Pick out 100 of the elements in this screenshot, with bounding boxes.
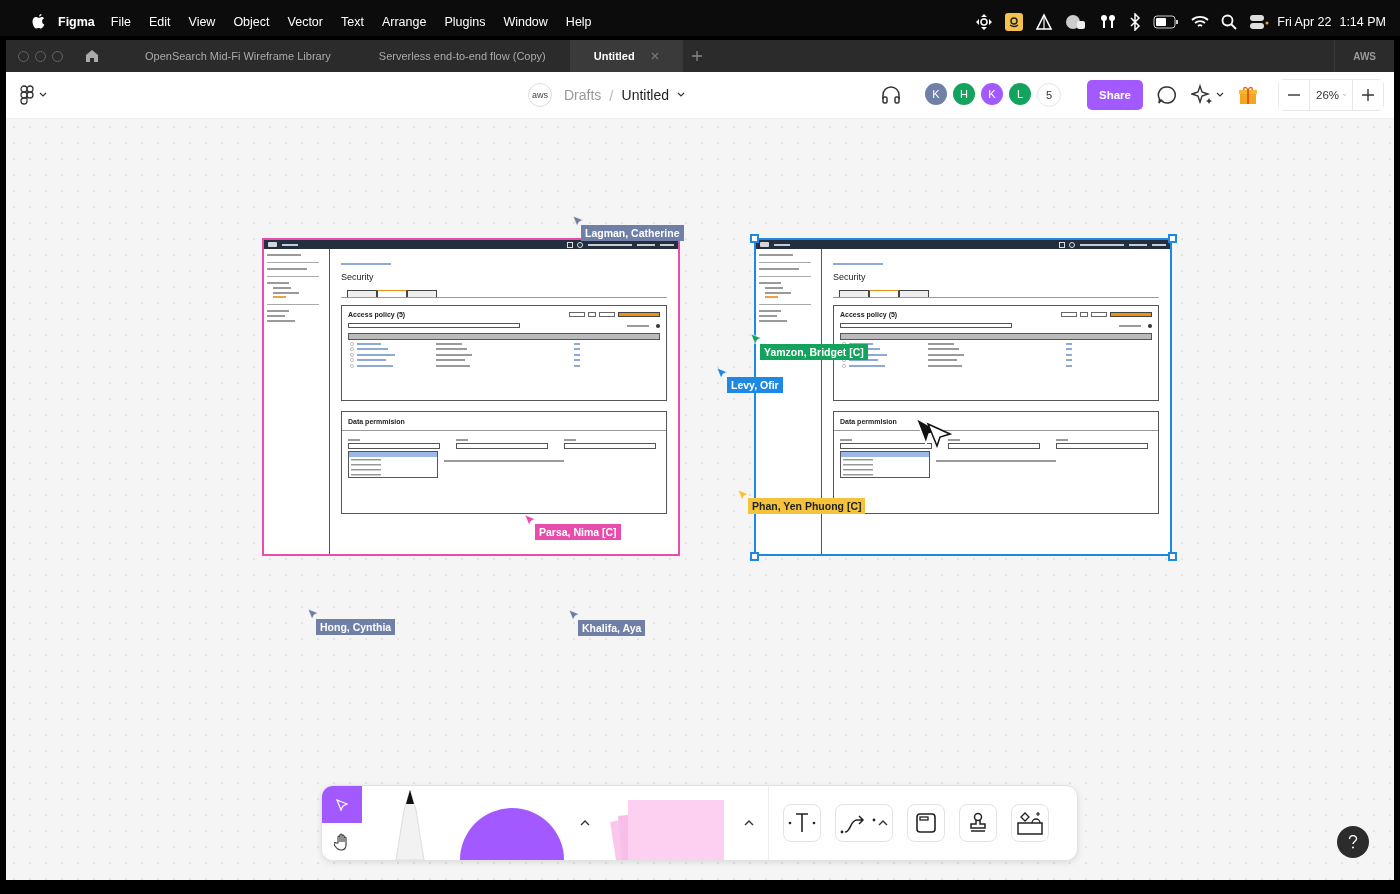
menu-item[interactable]: View xyxy=(188,15,216,29)
page-title: Security xyxy=(341,272,375,282)
menu-item[interactable]: Edit xyxy=(148,15,171,29)
text-line xyxy=(267,254,301,256)
collaborator-label: Yamzon, Bridget [C] xyxy=(760,344,868,360)
wifi-icon[interactable] xyxy=(1191,15,1210,29)
chevron-down-icon[interactable] xyxy=(1216,92,1224,98)
toggle-icon[interactable] xyxy=(1249,14,1270,30)
shapes-box-icon xyxy=(1016,810,1044,836)
search-icon[interactable] xyxy=(1221,14,1238,30)
more-users-count[interactable]: 5 xyxy=(1037,83,1062,107)
app-menu[interactable]: Figma xyxy=(58,15,95,29)
text-line xyxy=(1152,243,1166,246)
menu-item[interactable]: Help xyxy=(565,15,592,29)
text-line xyxy=(660,243,674,246)
cursor-icon xyxy=(750,333,762,345)
help-button[interactable] xyxy=(1337,826,1369,858)
resize-handle[interactable] xyxy=(1168,552,1177,561)
text-line xyxy=(456,439,468,441)
resize-handle[interactable] xyxy=(750,552,759,561)
text-line xyxy=(1056,439,1068,441)
text-line xyxy=(849,364,885,367)
text-line xyxy=(357,348,388,350)
text-line xyxy=(357,364,393,367)
figma-logo-icon[interactable] xyxy=(20,85,34,105)
caret-icon[interactable] xyxy=(744,820,754,826)
text-line xyxy=(273,291,299,294)
connector-tool-button[interactable] xyxy=(835,804,893,842)
text-line xyxy=(849,342,873,345)
wireframe-button xyxy=(1091,312,1107,317)
file-tab[interactable]: Untitled xyxy=(569,40,683,72)
text-line xyxy=(564,439,576,441)
menu-item[interactable]: Plugins xyxy=(444,15,486,29)
triangle-icon[interactable] xyxy=(1035,13,1054,31)
cursor-icon xyxy=(568,609,580,621)
menubar-time: 1:14 PM xyxy=(1339,15,1386,29)
file-tab[interactable]: Serverless end-to-end flow (Copy) xyxy=(354,40,570,72)
cursor-icon xyxy=(716,367,728,379)
wireframe-button xyxy=(1110,312,1152,317)
text-line xyxy=(928,364,962,367)
chevron-down-icon[interactable] xyxy=(39,92,47,98)
text-line xyxy=(928,359,957,361)
section-tool-button[interactable] xyxy=(907,804,945,842)
user-avatar[interactable]: K xyxy=(925,83,948,105)
battery-icon[interactable] xyxy=(1153,15,1180,29)
text-line xyxy=(759,319,787,322)
move-icon[interactable] xyxy=(975,13,994,31)
share-button[interactable]: Share xyxy=(1087,80,1143,110)
comment-icon[interactable] xyxy=(1157,85,1177,105)
file-tab[interactable]: OpenSearch Mid-Fi Wireframe Library xyxy=(121,40,355,72)
menu-item[interactable]: Arrange xyxy=(381,15,427,29)
sparkle-icon[interactable] xyxy=(1191,84,1213,106)
minus-icon xyxy=(1288,94,1300,96)
collaborator-label: Parsa, Nima [C] xyxy=(535,524,621,540)
chevron-down-icon[interactable] xyxy=(677,92,685,98)
wireframe-button xyxy=(569,312,585,317)
resize-handle[interactable] xyxy=(750,234,759,243)
caret-icon[interactable] xyxy=(580,820,590,826)
hand-icon xyxy=(334,832,350,851)
actions-tool-button[interactable] xyxy=(1011,804,1049,842)
text-line xyxy=(267,268,307,271)
earbuds-icon[interactable] xyxy=(1099,13,1118,31)
menu-item[interactable]: Text xyxy=(340,15,364,29)
close-icon[interactable] xyxy=(650,52,659,60)
text-line xyxy=(436,364,470,367)
apple-icon[interactable] xyxy=(32,14,46,30)
page-title: Security xyxy=(833,272,867,282)
zoom-menu[interactable]: 26% xyxy=(1309,80,1353,110)
text-line xyxy=(436,353,472,356)
text-line xyxy=(928,348,959,350)
user-avatar[interactable]: K xyxy=(981,83,1004,105)
menu-item[interactable]: Vector xyxy=(287,15,323,29)
resize-handle[interactable] xyxy=(1168,234,1177,243)
add-tab-icon[interactable] xyxy=(690,50,703,62)
cursor-icon xyxy=(307,608,319,620)
menu-item[interactable]: Object xyxy=(233,15,270,29)
home-icon[interactable] xyxy=(85,49,99,63)
square-icon xyxy=(1059,241,1065,248)
text-tool-button[interactable] xyxy=(783,804,821,842)
menu-item[interactable]: Window xyxy=(503,15,548,29)
menu-item[interactable]: File xyxy=(110,15,131,29)
headphones-icon[interactable] xyxy=(881,86,902,104)
stamp-tool-button[interactable] xyxy=(959,804,997,842)
text-line xyxy=(282,243,298,246)
bluetooth-icon[interactable] xyxy=(1129,13,1142,31)
text-line xyxy=(948,439,960,441)
text-line xyxy=(436,359,465,361)
wireframe-button xyxy=(618,312,660,317)
wireframe-button xyxy=(1061,312,1077,317)
collaborator-label: Lagman, Catherine xyxy=(581,225,684,241)
settings-icon xyxy=(1148,323,1152,328)
gift-icon[interactable] xyxy=(1238,85,1258,105)
text-line xyxy=(928,342,954,345)
text-line xyxy=(1129,243,1147,246)
cursor-icon xyxy=(572,215,584,227)
pointer-icon xyxy=(335,797,349,812)
cursor-icon xyxy=(737,489,749,501)
hand-tool-button[interactable] xyxy=(322,823,362,860)
move-tool-button[interactable] xyxy=(322,786,362,823)
file-name[interactable]: Untitled xyxy=(621,87,669,103)
